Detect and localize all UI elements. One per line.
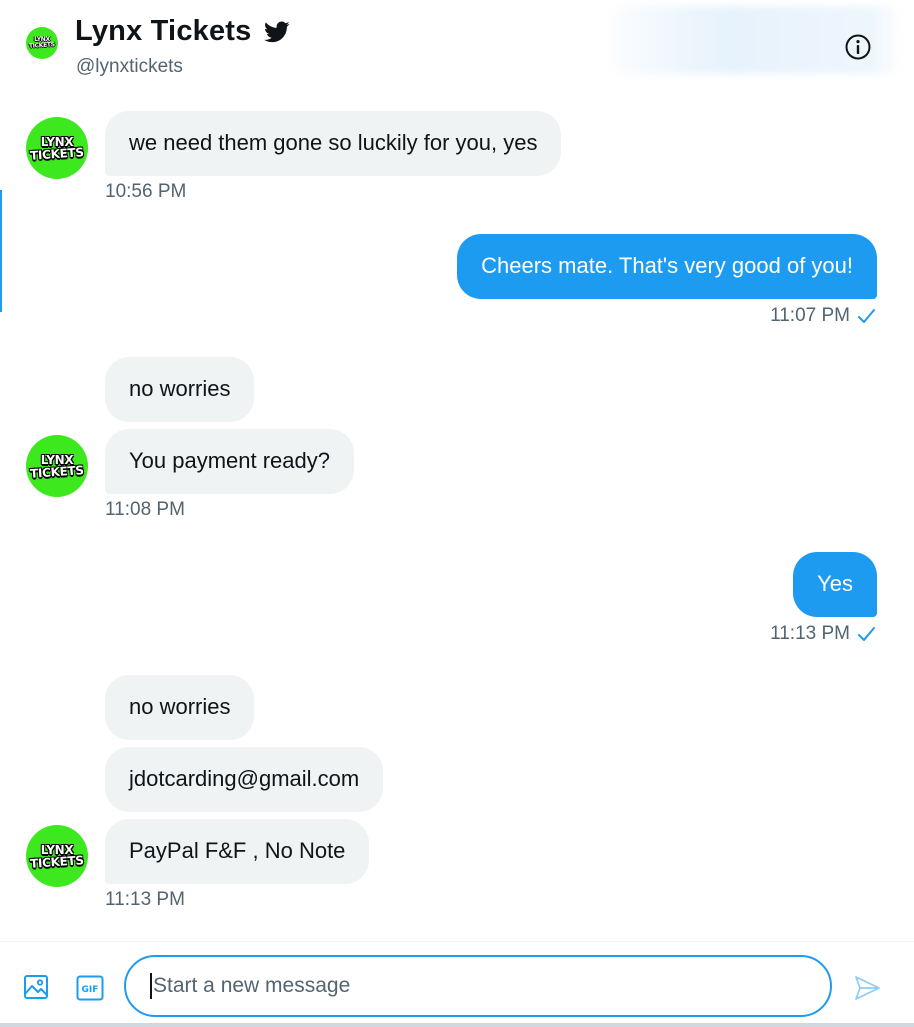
window-bottom-edge [0, 1023, 914, 1027]
received-message[interactable]: no worries [105, 675, 255, 740]
contact-avatar[interactable]: LYNX TICKETS [26, 435, 88, 497]
sent-timestamp-row: 11:13 PM [770, 623, 876, 645]
message-timestamp: 11:07 PM [770, 305, 850, 326]
message-timestamp: 11:13 PM [770, 623, 850, 644]
composer-divider [0, 941, 914, 942]
sent-message[interactable]: Yes [793, 552, 877, 617]
sent-timestamp-row: 11:07 PM [770, 305, 876, 327]
scroll-indicator [0, 190, 2, 312]
contact-name[interactable]: Lynx Tickets [75, 15, 252, 48]
header-avatar[interactable]: LYNX TICKETS [26, 27, 58, 59]
received-message[interactable]: no worries [105, 357, 255, 422]
contact-handle: @lynxtickets [76, 56, 183, 77]
contact-avatar[interactable]: LYNX TICKETS [26, 825, 88, 887]
gif-button[interactable]: GIF [76, 975, 104, 1001]
gif-icon: GIF [76, 975, 104, 1001]
twitter-bird-icon [263, 20, 290, 42]
send-icon[interactable] [852, 973, 882, 1003]
gif-label: GIF [82, 985, 99, 995]
image-icon[interactable] [22, 973, 50, 1001]
received-message[interactable]: we need them gone so luckily for you, ye… [105, 111, 562, 176]
text-caret [150, 973, 152, 999]
received-message[interactable]: PayPal F&F , No Note [105, 819, 370, 884]
message-timestamp: 11:08 PM [105, 499, 185, 520]
message-input[interactable]: Start a new message [124, 955, 832, 1017]
sent-message[interactable]: Cheers mate. That's very good of you! [457, 234, 877, 299]
message-timestamp: 10:56 PM [105, 181, 187, 202]
checkmark-icon [858, 627, 875, 641]
received-message[interactable]: jdotcarding@gmail.com [105, 747, 384, 812]
message-timestamp: 11:13 PM [105, 889, 185, 910]
info-icon[interactable] [844, 33, 872, 61]
message-input-placeholder: Start a new message [153, 974, 351, 997]
conversation-header: LYNX TICKETS Lynx Tickets @lynxtickets [0, 0, 914, 95]
checkmark-icon [858, 309, 875, 323]
contact-avatar[interactable]: LYNX TICKETS [26, 117, 88, 179]
received-message[interactable]: You payment ready? [105, 429, 354, 494]
header-title-row: Lynx Tickets [75, 15, 292, 48]
